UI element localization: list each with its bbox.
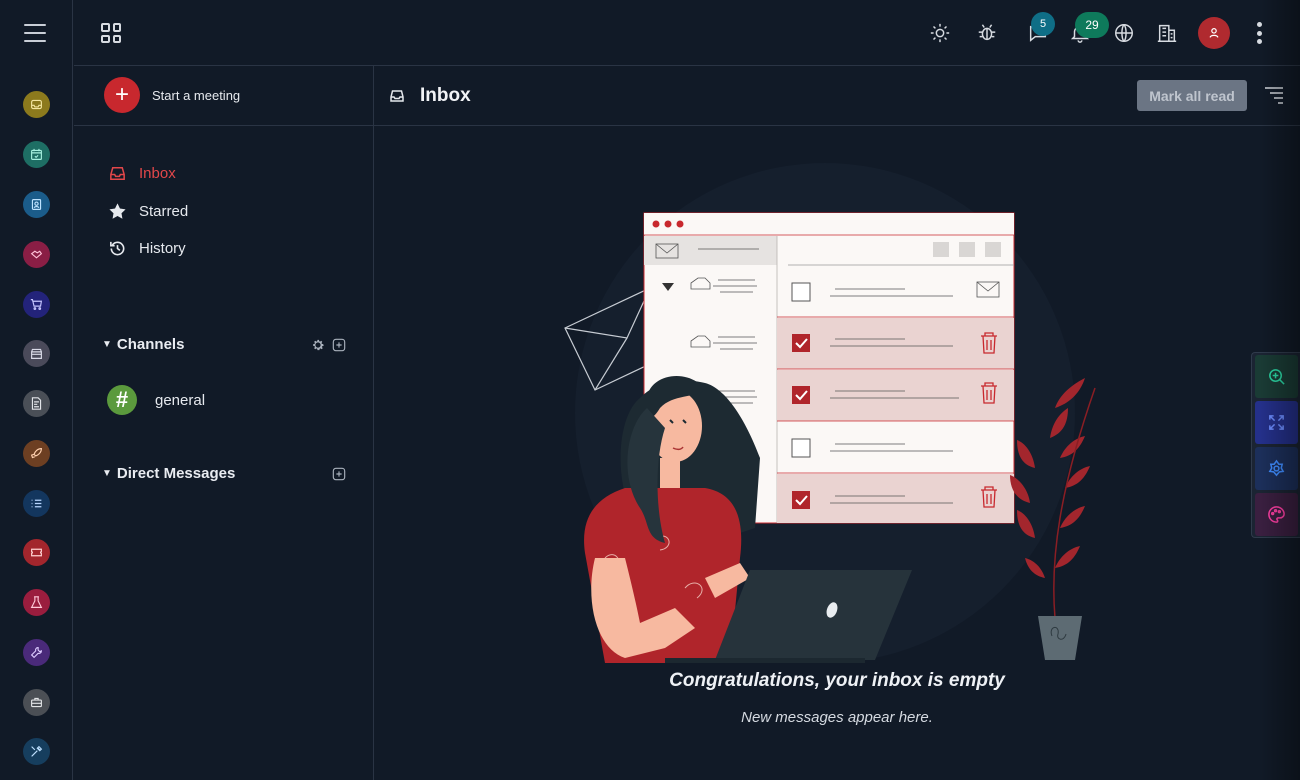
mark-all-read-button[interactable]: Mark all read: [1137, 80, 1247, 111]
sidebar-item-label: Starred: [139, 203, 189, 220]
start-meeting-label: Start a meeting: [152, 87, 241, 103]
chevron-down-icon: ▼: [102, 339, 112, 350]
more-options-icon[interactable]: [1256, 22, 1262, 44]
settings-flower-icon[interactable]: [1255, 447, 1298, 490]
empty-state-subtitle: New messages appear here.: [741, 709, 933, 726]
channel-item-general[interactable]: # general: [107, 385, 205, 415]
notification-count-badge: 29: [1075, 12, 1109, 38]
contacts-app-icon[interactable]: [23, 191, 50, 218]
add-direct-message-icon[interactable]: [332, 467, 346, 481]
channel-name: general: [155, 391, 206, 409]
main-header: Inbox Mark all read: [374, 66, 1300, 126]
app-grid-icon[interactable]: [101, 23, 121, 43]
briefcase-app-icon[interactable]: [23, 689, 50, 716]
store-app-icon[interactable]: [23, 340, 50, 367]
divider: [74, 125, 374, 126]
ticket-app-icon[interactable]: [23, 539, 50, 566]
history-icon: [110, 241, 125, 256]
page-title: Inbox: [420, 85, 471, 106]
company-building-icon[interactable]: [1154, 20, 1180, 46]
fullscreen-icon[interactable]: [1255, 401, 1298, 444]
settings-app-icon[interactable]: [23, 738, 50, 765]
mail-sidebar: + Start a meeting Inbox Starred History …: [74, 66, 374, 780]
sidebar-item-starred[interactable]: Starred: [108, 202, 188, 221]
inbox-app-icon[interactable]: [23, 91, 50, 118]
language-globe-icon[interactable]: [1111, 20, 1137, 46]
sidebar-item-label: Inbox: [139, 165, 176, 182]
theme-toggle-icon[interactable]: [927, 20, 953, 46]
zoom-in-icon[interactable]: [1255, 355, 1298, 398]
rocket-app-icon[interactable]: [23, 440, 50, 467]
add-channel-icon[interactable]: [332, 338, 346, 352]
channel-settings-gear-icon[interactable]: [311, 338, 325, 352]
empty-state-title: Congratulations, your inbox is empty: [669, 670, 1005, 691]
star-icon: [109, 203, 126, 219]
calendar-app-icon[interactable]: [23, 141, 50, 168]
sidebar-item-label: History: [139, 240, 186, 257]
chat-count-badge: 5: [1031, 12, 1055, 36]
channels-section-header[interactable]: ▼ Channels: [102, 336, 184, 353]
invoice-app-icon[interactable]: [23, 390, 50, 417]
plus-icon: +: [104, 77, 140, 113]
user-avatar[interactable]: [1198, 17, 1230, 49]
filter-menu-icon[interactable]: [1264, 86, 1284, 104]
top-header: 5 29: [74, 0, 1300, 66]
channels-title: Channels: [116, 336, 185, 353]
chevron-down-icon: ▼: [102, 468, 112, 479]
direct-messages-section-header[interactable]: ▼ Direct Messages: [102, 465, 235, 482]
lab-app-icon[interactable]: [23, 589, 50, 616]
theme-palette-icon[interactable]: [1255, 493, 1298, 536]
inbox-icon: [390, 90, 404, 102]
bug-report-icon[interactable]: [974, 20, 1000, 46]
start-meeting-button[interactable]: + Start a meeting: [104, 77, 240, 113]
app-rail: [0, 0, 73, 780]
sidebar-item-history[interactable]: History: [108, 239, 186, 258]
direct-messages-title: Direct Messages: [116, 465, 236, 482]
empty-inbox-illustration: [564, 163, 1096, 663]
floating-toolbar: [1251, 352, 1300, 538]
tasks-app-icon[interactable]: [23, 490, 50, 517]
crm-app-icon[interactable]: [23, 241, 50, 268]
channel-hash-icon: #: [107, 385, 137, 415]
tools-app-icon[interactable]: [23, 639, 50, 666]
shop-app-icon[interactable]: [23, 291, 50, 318]
inbox-icon: [110, 167, 125, 180]
hamburger-menu-icon[interactable]: [24, 24, 46, 42]
sidebar-item-inbox[interactable]: Inbox: [108, 164, 176, 183]
